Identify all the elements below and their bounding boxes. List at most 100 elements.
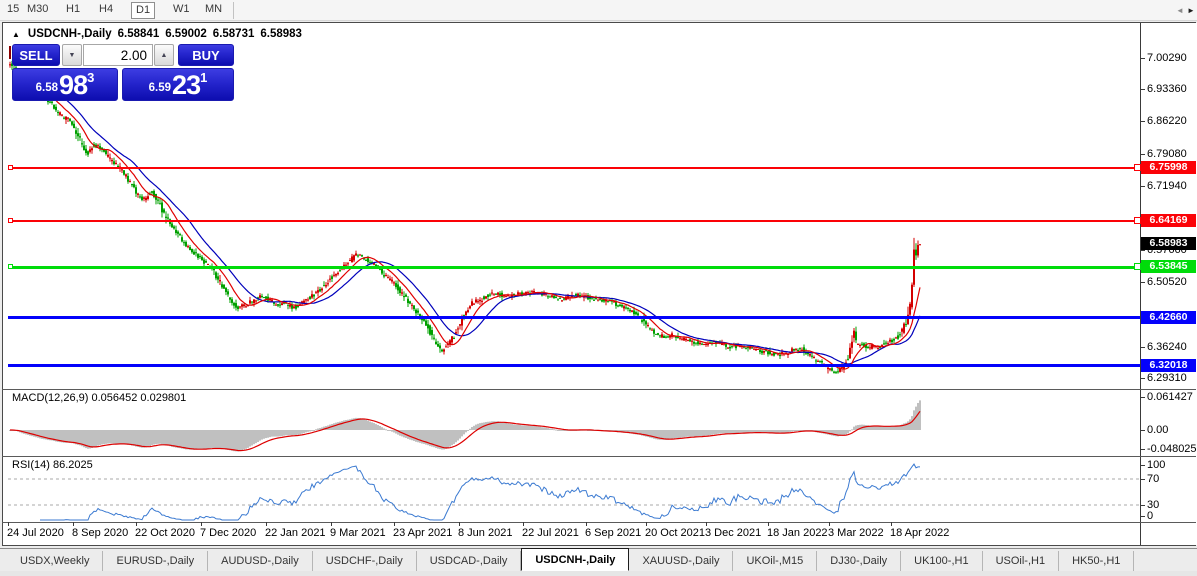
metatrader-window: 15M30 H1 H4 D1 W1 MN ▲ USDCNH-,Daily 6.58841 … (0, 0, 1197, 576)
rsi-scale-label-tick (1141, 516, 1145, 517)
status-strip (0, 571, 1197, 576)
horizontal-level-line[interactable] (8, 167, 1140, 169)
timeframe-button-m30[interactable]: M30 (23, 2, 52, 19)
macd-label: MACD(12,26,9) 0.056452 0.029801 (12, 392, 186, 404)
date-tick-mark (706, 522, 707, 526)
date-label: 9 Mar 2021 (330, 527, 386, 539)
price-tick-label: 6.71940 (1147, 180, 1187, 192)
price-tick-label: 6.79080 (1147, 148, 1187, 160)
rsi-scale-label-tick (1141, 479, 1145, 480)
sell-price-major: 6.58 (36, 82, 58, 94)
date-label: 7 Dec 2020 (200, 527, 256, 539)
price-tick-label: 6.36240 (1147, 341, 1187, 353)
date-tick-mark (646, 522, 647, 526)
date-tick-mark (459, 522, 460, 526)
volume-input[interactable] (83, 44, 153, 66)
macd-scale-label: 0.061427 (1147, 391, 1193, 403)
price-tick-label: 6.93360 (1147, 83, 1187, 95)
chevron-up-icon: ▲ (161, 52, 168, 59)
current-price-badge: 6.58983 (1141, 237, 1196, 250)
chart-title: ▲ USDCNH-,Daily 6.58841 6.59002 6.58731 … (12, 28, 302, 40)
chart-tab-dj30-daily[interactable]: DJ30-,Daily (817, 551, 901, 571)
chart-tab-ukoil-m15[interactable]: UKOil-,M15 (733, 551, 817, 571)
chart-tab-uk100-h1[interactable]: UK100-,H1 (901, 551, 982, 571)
date-tick-mark (394, 522, 395, 526)
price-tick-mark (1141, 58, 1145, 59)
price-tick-label: 6.50520 (1147, 276, 1187, 288)
chart-tab-eurusd-daily[interactable]: EURUSD-,Daily (103, 551, 208, 571)
buy-price-pips: 23 (172, 72, 200, 98)
chart-tab-audusd-daily[interactable]: AUDUSD-,Daily (208, 551, 313, 571)
horizontal-level-line[interactable] (8, 316, 1140, 319)
level-left-handle[interactable] (8, 165, 13, 170)
timeframe-button-h4[interactable]: H4 (95, 2, 117, 19)
buy-button[interactable]: BUY (178, 44, 234, 66)
tab-scroll-right-icon[interactable]: ► (1187, 6, 1195, 15)
level-right-handle[interactable] (1134, 217, 1141, 224)
price-tick-label: 7.00290 (1147, 52, 1187, 64)
date-label: 6 Sep 2021 (585, 527, 641, 539)
horizontal-level-line[interactable] (8, 220, 1140, 222)
date-label: 8 Jun 2021 (458, 527, 512, 539)
macd-scale-label-tick (1141, 397, 1145, 398)
price-tick-mark (1141, 154, 1145, 155)
chart-tab-usdx-weekly[interactable]: USDX,Weekly (7, 551, 103, 571)
horizontal-level-line[interactable] (8, 364, 1140, 367)
price-level-badge: 6.64169 (1141, 214, 1196, 227)
chart-tab-usdchf-daily[interactable]: USDCHF-,Daily (313, 551, 417, 571)
collapse-panel-icon[interactable]: ▲ (12, 30, 20, 39)
date-label: 23 Apr 2021 (393, 527, 452, 539)
price-tick-mark (1141, 347, 1145, 348)
chart-tab-usdcnh-daily[interactable]: USDCNH-,Daily (521, 548, 629, 571)
date-tick-mark (8, 522, 9, 526)
date-label: 18 Jan 2022 (767, 527, 828, 539)
sell-price-display[interactable]: 6.58 98 3 (12, 68, 118, 101)
date-label: 22 Oct 2020 (135, 527, 195, 539)
level-left-handle[interactable] (8, 218, 13, 223)
timeframe-button-d1[interactable]: D1 (131, 2, 155, 19)
rsi-scale-label: 70 (1147, 473, 1159, 485)
price-tick-mark (1141, 250, 1145, 251)
buy-price-display[interactable]: 6.59 23 1 (122, 68, 234, 101)
tab-scroll-left-icon[interactable]: ◄ (1176, 6, 1184, 15)
buy-price-point: 1 (200, 70, 207, 85)
timeframe-button-15[interactable]: 15 (3, 2, 23, 19)
rsi-scale-label-tick (1141, 505, 1145, 506)
chart-tab-usoil-h1[interactable]: USOil-,H1 (983, 551, 1060, 571)
date-label: 24 Jul 2020 (7, 527, 64, 539)
rsi-scale-label: 100 (1147, 459, 1165, 471)
symbol-period-label: USDCNH-,Daily (28, 28, 112, 40)
timeframe-button-mn[interactable]: MN (201, 2, 226, 19)
chart-tab-hk50-h1[interactable]: HK50-,H1 (1059, 551, 1134, 571)
macd-rsi-splitter[interactable] (2, 456, 1196, 457)
level-left-handle[interactable] (8, 264, 13, 269)
date-tick-mark (331, 522, 332, 526)
date-tick-mark (266, 522, 267, 526)
horizontal-level-line[interactable] (8, 266, 1140, 269)
date-label: 3 Dec 2021 (705, 527, 761, 539)
chart-tab-bar: USDX,WeeklyEURUSD-,DailyAUDUSD-,DailyUSD… (0, 548, 1197, 571)
price-tick-mark (1141, 186, 1145, 187)
rsi-scale-label-tick (1141, 465, 1145, 466)
level-right-handle[interactable] (1134, 263, 1141, 270)
timeframe-button-h1[interactable]: H1 (62, 2, 84, 19)
date-tick-mark (768, 522, 769, 526)
sell-button[interactable]: SELL (12, 44, 60, 66)
timeframe-button-w1[interactable]: W1 (169, 2, 194, 19)
chart-tab-xauusd-daily[interactable]: XAUUSD-,Daily (629, 551, 733, 571)
date-label: 8 Sep 2020 (72, 527, 128, 539)
rsi-label: RSI(14) 86.2025 (12, 459, 93, 471)
ohlc-high: 6.59002 (165, 28, 207, 40)
volume-increase-button[interactable]: ▲ (154, 44, 174, 66)
price-tick-mark (1141, 282, 1145, 283)
rsi-indicator-canvas[interactable] (4, 457, 1140, 521)
chart-tab-usdcad-daily[interactable]: USDCAD-,Daily (417, 551, 522, 571)
date-tick-mark (586, 522, 587, 526)
ohlc-low: 6.58731 (213, 28, 255, 40)
macd-scale-label-tick (1141, 449, 1145, 450)
volume-decrease-button[interactable]: ▼ (62, 44, 82, 66)
price-tick-label: 6.86220 (1147, 115, 1187, 127)
price-level-badge: 6.32018 (1141, 359, 1196, 372)
chart-macd-splitter[interactable] (2, 389, 1196, 390)
level-right-handle[interactable] (1134, 164, 1141, 171)
